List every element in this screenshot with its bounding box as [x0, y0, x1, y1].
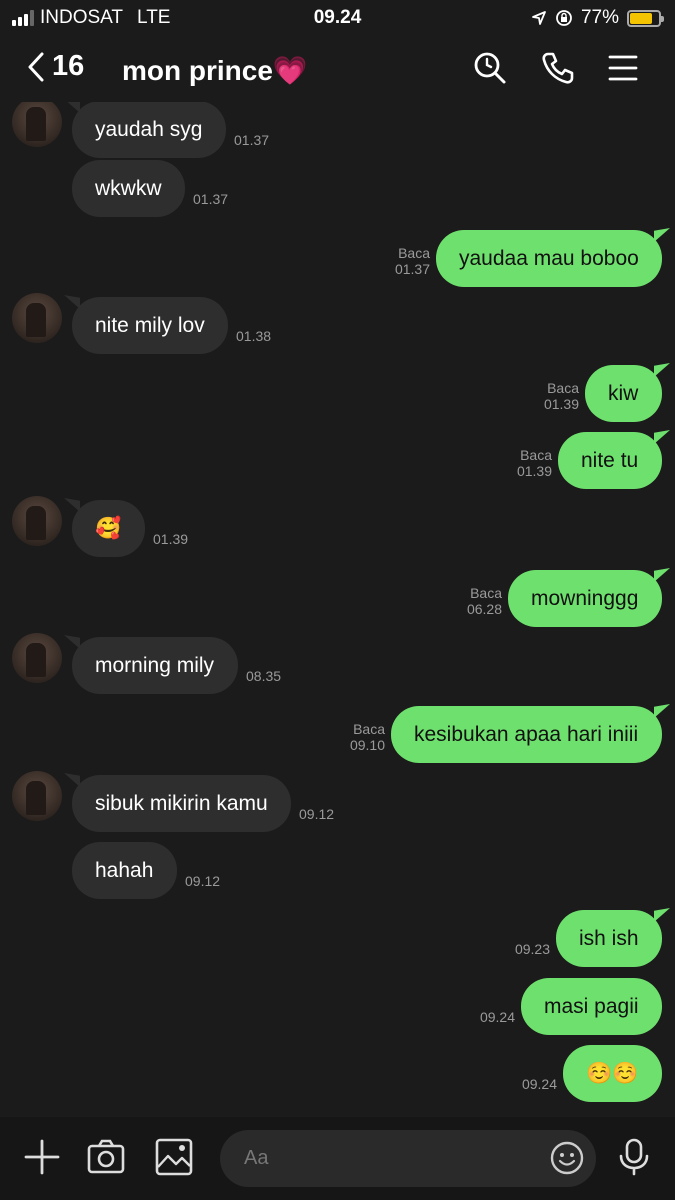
message-field[interactable]	[220, 1130, 596, 1187]
read-receipt: Baca	[470, 585, 502, 601]
bubble-tail	[654, 704, 670, 718]
bubble-tail	[654, 363, 670, 377]
message-row: Baca kesibukan apaa hari iniii 09.10	[0, 704, 675, 766]
outgoing-message[interactable]: kesibukan apaa hari iniii	[391, 706, 662, 763]
incoming-message[interactable]: wkwkw	[72, 160, 185, 217]
message-row: morning mily 08.35	[0, 633, 675, 697]
message-row: wkwkw 01.37	[0, 160, 675, 220]
avatar[interactable]	[12, 496, 62, 546]
bubble-tail	[654, 568, 670, 582]
message-time: 09.24	[521, 1076, 557, 1092]
read-receipt: Baca	[398, 245, 430, 261]
message-time: 01.39	[543, 396, 579, 412]
message-time: 08.35	[246, 668, 282, 684]
back-icon	[28, 52, 44, 81]
incoming-message[interactable]: sibuk mikirin kamu	[72, 775, 291, 832]
message-row: sibuk mikirin kamu 09.12	[0, 771, 675, 835]
status-right: 77%	[531, 7, 664, 29]
message-time: 06.28	[466, 601, 502, 617]
outgoing-message[interactable]: nite tu	[558, 432, 662, 489]
message-time: 09.23	[514, 941, 550, 957]
message-row: nite mily lov 01.38	[0, 293, 675, 357]
battery-percent: 77%	[580, 7, 619, 28]
message-row: ish ish 09.23	[0, 908, 675, 970]
message-row: hahah 09.12	[0, 842, 675, 902]
message-time: 01.39	[516, 463, 552, 479]
menu-icon[interactable]	[605, 50, 641, 86]
phone-icon[interactable]	[540, 50, 576, 86]
message-time: 01.37	[234, 132, 270, 148]
bubble-tail	[654, 430, 670, 444]
search-icon[interactable]	[472, 50, 508, 86]
incoming-message[interactable]: morning mily	[72, 637, 238, 694]
message-row: Baca kiw 01.39	[0, 363, 675, 425]
message-row: ☺️☺️ 09.24	[0, 1045, 675, 1105]
message-time: 09.12	[185, 873, 221, 889]
outgoing-message[interactable]: yaudaa mau boboo	[436, 230, 662, 287]
camera-icon[interactable]	[86, 1137, 126, 1177]
chat-header: 16 mon prince💗	[0, 36, 675, 102]
back-button[interactable]: 16	[26, 50, 84, 83]
battery-level	[630, 12, 652, 24]
read-receipt: Baca	[520, 447, 552, 463]
message-row: Baca nite tu 01.39	[0, 430, 675, 492]
read-receipt: Baca	[353, 721, 385, 737]
message-time: 09.10	[349, 737, 385, 753]
outgoing-message[interactable]: kiw	[585, 365, 662, 422]
message-row: 🥰 01.39	[0, 496, 675, 560]
outgoing-message[interactable]: masi pagii	[521, 978, 662, 1035]
unread-count: 16	[52, 50, 85, 82]
message-row: masi pagii 09.24	[0, 978, 675, 1038]
incoming-message[interactable]: nite mily lov	[72, 297, 228, 354]
chat-area[interactable]: yaudah syg 01.37 wkwkw 01.37 Baca yaudaa mau …	[0, 102, 675, 1117]
incoming-message[interactable]: yaudah syg	[72, 102, 226, 158]
message-time: 01.37	[193, 191, 229, 207]
plus-icon[interactable]	[22, 1137, 62, 1177]
chat-title: mon prince💗	[122, 55, 308, 86]
outgoing-message[interactable]: ish ish	[556, 910, 662, 967]
avatar[interactable]	[12, 633, 62, 683]
message-input[interactable]	[244, 1130, 544, 1187]
avatar[interactable]	[12, 771, 62, 821]
image-icon[interactable]	[154, 1137, 194, 1177]
battery-icon	[627, 9, 664, 27]
message-time: 09.12	[299, 806, 335, 822]
avatar[interactable]	[12, 293, 62, 343]
incoming-message[interactable]: 🥰	[72, 500, 145, 557]
incoming-message[interactable]: hahah	[72, 842, 177, 899]
message-time: 01.39	[153, 531, 189, 547]
status-bar: INDOSAT LTE 09.24 77%	[0, 0, 675, 36]
emoji-icon[interactable]	[550, 1141, 584, 1175]
outgoing-message[interactable]: mowninggg	[508, 570, 662, 627]
message-row: Baca mowninggg 06.28	[0, 568, 675, 630]
message-time: 01.37	[394, 261, 430, 277]
read-receipt: Baca	[547, 380, 579, 396]
outgoing-message[interactable]: ☺️☺️	[563, 1045, 662, 1102]
location-icon	[532, 11, 546, 25]
microphone-icon[interactable]	[614, 1137, 654, 1177]
input-bar	[0, 1117, 675, 1200]
rotation-lock-icon	[556, 10, 572, 26]
message-row: yaudah syg 01.37	[0, 102, 675, 161]
avatar[interactable]	[12, 102, 62, 147]
bubble-tail	[654, 228, 670, 242]
message-time: 09.24	[479, 1009, 515, 1025]
message-time: 01.38	[236, 328, 272, 344]
bubble-tail	[654, 908, 670, 922]
message-row: Baca yaudaa mau boboo 01.37	[0, 228, 675, 290]
